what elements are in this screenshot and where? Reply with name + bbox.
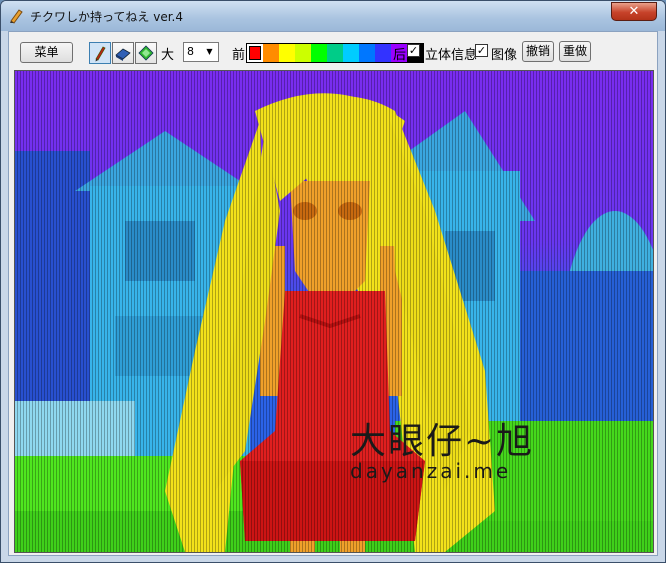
eraser-tool-button[interactable] (112, 42, 134, 64)
redo-button[interactable]: 重做 (559, 41, 591, 62)
eraser-icon (115, 48, 131, 61)
fill-tool-button[interactable] (135, 42, 157, 64)
stereo-info-checkbox[interactable]: ✓ (407, 44, 420, 57)
pencil-tool-button[interactable] (89, 42, 111, 64)
palette-swatch[interactable] (327, 44, 343, 62)
palette-swatch[interactable] (311, 44, 327, 62)
title-bar[interactable]: チクワしか持ってねえ ver.4 ✕ (1, 1, 665, 31)
close-button[interactable]: ✕ (611, 2, 657, 21)
pencil-icon (10, 9, 23, 24)
palette-swatch[interactable] (279, 44, 295, 62)
image-checkbox[interactable]: ✓ (475, 44, 488, 57)
palette-swatch[interactable] (359, 44, 375, 62)
brush-size-select[interactable]: 8 ▼ (183, 42, 219, 62)
undo-button[interactable]: 撤销 (522, 41, 554, 62)
palette-swatch[interactable] (375, 44, 391, 62)
bucket-fill-icon (138, 45, 154, 61)
brush-size-value: 8 (187, 45, 194, 58)
palette-swatch[interactable] (343, 44, 359, 62)
image-label: 图像 (491, 48, 518, 63)
app-window: チクワしか持ってねえ ver.4 ✕ 菜单 大 8 ▼ 前 后 ✓ 立体信息 ✓… (0, 0, 666, 563)
menu-button[interactable]: 菜单 (20, 42, 73, 63)
palette-swatch[interactable] (295, 44, 311, 62)
chevron-down-icon: ▼ (206, 47, 213, 56)
palette-swatch[interactable] (263, 44, 279, 62)
watermark-title: 大眼仔~旭 (350, 421, 534, 462)
pencil-icon (95, 46, 106, 62)
window-title: チクワしか持ってねえ ver.4 (30, 10, 183, 24)
scene (15, 71, 653, 552)
drawing-canvas[interactable]: 大眼仔~旭 dayanzai.me (14, 70, 654, 553)
stereo-info-label: 立体信息 (425, 48, 478, 63)
watermark-url: dayanzai.me (350, 459, 511, 483)
client-area: 菜单 大 8 ▼ 前 后 ✓ 立体信息 ✓ 图像 撤销 重做 大眼仔~旭 day… (8, 31, 658, 556)
background-label: 后 (393, 48, 407, 63)
size-label: 大 (161, 48, 175, 63)
foreground-label: 前 (232, 48, 246, 63)
palette-swatch[interactable] (247, 44, 263, 62)
